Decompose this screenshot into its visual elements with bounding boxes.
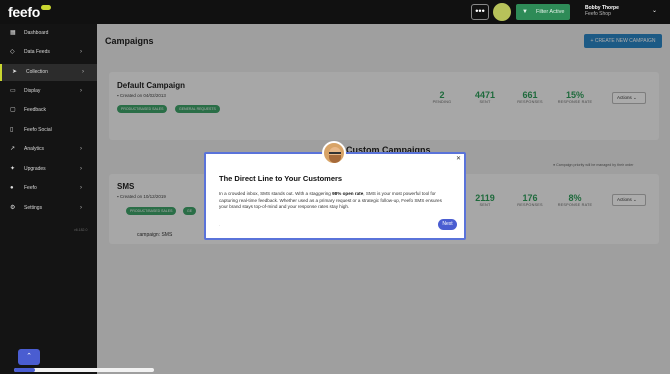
filter-active-button[interactable]: ▼ Filter Active [516,4,570,20]
step-indicator: · [219,223,221,228]
sidebar-item-feefo-social[interactable]: ▯ Feefo Social [0,122,97,139]
sidebar-item-feedback[interactable]: ▢ Feedback [0,102,97,119]
feefo-icon: ● [10,185,14,191]
sidebar: ▦ Dashboard ◇ Data Feeds › ➤ Collection › ▭ Di… [0,24,97,374]
sidebar-item-upgrades[interactable]: ✦ Upgrades › [0,161,97,178]
account-avatar[interactable] [493,3,511,21]
double-chevron-up-icon: ⌃ [26,353,32,360]
logo-eyes-icon [40,5,51,10]
gear-icon: ⚙ [10,205,16,211]
chevron-right-icon: › [80,146,82,152]
chevron-right-icon: › [80,166,82,172]
next-button[interactable]: Next [438,219,457,230]
chevron-right-icon: › [80,49,82,55]
chevron-right-icon: › [80,88,82,94]
app-version: v6.182.0 [74,228,88,232]
sidebar-item-settings[interactable]: ⚙ Settings › [0,200,97,217]
sidebar-item-analytics[interactable]: ↗ Analytics › [0,141,97,158]
chevron-right-icon: › [80,205,82,211]
modal-body: In a crowded inbox, SMS stands out. With… [219,191,442,210]
modal-title: The Direct Line to Your Customers [219,174,343,183]
sidebar-item-display[interactable]: ▭ Display › [0,83,97,100]
sidebar-item-data-feeds[interactable]: ◇ Data Feeds › [0,44,97,61]
user-org: Feefo Shop [585,11,611,17]
tour-progress-bar [14,368,154,372]
tour-launcher-button[interactable]: ⌃ [18,349,40,365]
sidebar-item-feefo[interactable]: ● Feefo › [0,180,97,197]
comment-icon: ▢ [10,107,16,113]
sidebar-item-collection[interactable]: ➤ Collection › [0,64,97,81]
ellipsis-menu-button[interactable]: ••• [471,4,489,20]
guide-avatar [322,141,346,165]
chart-icon: ↗ [10,146,16,152]
sidebar-item-dashboard[interactable]: ▦ Dashboard [0,25,97,42]
chevron-down-icon[interactable]: ⌄ [652,7,657,14]
send-icon: ➤ [12,69,18,75]
tour-progress-fill [14,368,35,372]
tag-icon: ◇ [10,49,15,55]
top-bar: feefo ••• ▼ Filter Active Bobby Thorpe Fe… [0,0,670,24]
filter-icon: ▼ [522,9,528,15]
monitor-icon: ▭ [10,88,16,94]
rocket-icon: ✦ [10,166,16,172]
feefo-logo[interactable]: feefo [8,4,51,20]
user-menu[interactable]: Bobby Thorpe Feefo Shop [585,5,619,17]
close-icon[interactable]: ✕ [456,155,461,162]
chevron-right-icon: › [82,69,84,75]
grid-icon: ▦ [10,30,16,36]
phone-icon: ▯ [10,127,14,133]
chevron-right-icon: › [80,185,82,191]
